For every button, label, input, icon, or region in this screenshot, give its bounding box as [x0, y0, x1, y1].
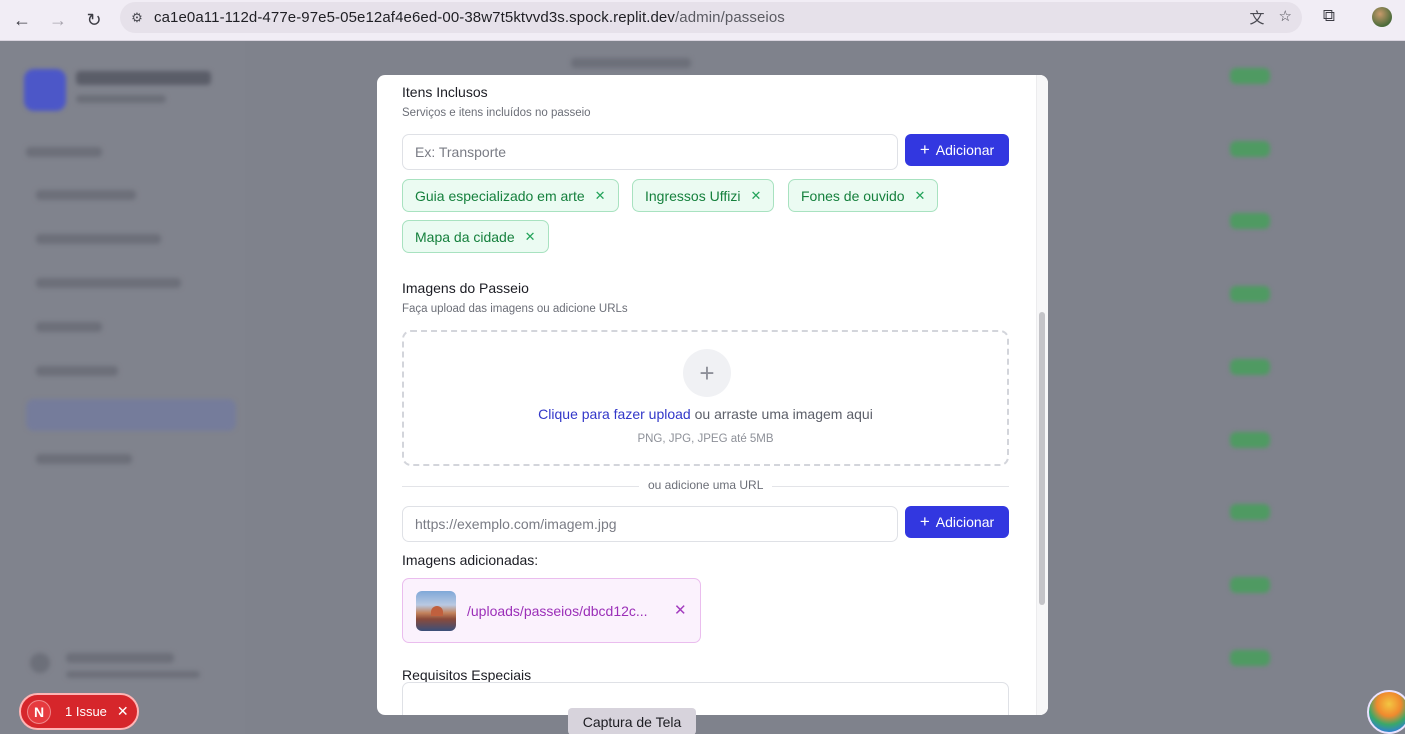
- assistant-badge-icon[interactable]: [1367, 690, 1405, 734]
- back-icon[interactable]: ←: [4, 3, 40, 37]
- included-item-chip: Guia especializado em arte ✕: [402, 179, 619, 212]
- included-item-chip: Fones de ouvido ✕: [788, 179, 939, 212]
- issue-count-label: 1 Issue: [65, 704, 107, 719]
- status-pill-placeholder: [1230, 650, 1270, 666]
- sidebar-item-placeholder: [36, 234, 161, 244]
- translate-icon[interactable]: 文: [1250, 7, 1265, 28]
- status-pill-placeholder: [1230, 577, 1270, 593]
- itens-inclusos-subtitle: Serviços e itens incluídos no passeio: [402, 107, 591, 119]
- address-bar[interactable]: ⚙ ca1e0a11-112d-477e-97e5-05e12af4e6ed-0…: [120, 2, 1302, 33]
- forward-icon[interactable]: →: [40, 3, 76, 37]
- close-icon[interactable]: ✕: [117, 703, 129, 720]
- status-pill-placeholder: [1230, 504, 1270, 520]
- bookmark-star-icon[interactable]: ☆: [1279, 7, 1292, 28]
- status-pill-placeholder: [1230, 68, 1270, 84]
- status-pill-placeholder: [1230, 286, 1270, 302]
- edit-passeio-modal: Itens Inclusos Serviços e itens incluído…: [377, 75, 1048, 715]
- plus-icon: +: [919, 511, 930, 531]
- status-pill-placeholder: [1230, 432, 1270, 448]
- sidebar-item-placeholder: [36, 190, 136, 200]
- logo-text-placeholder: [76, 71, 211, 85]
- added-image-card: /uploads/passeios/dbcd12c... ✕: [402, 578, 701, 643]
- issues-badge[interactable]: N 1 Issue ✕: [19, 693, 139, 730]
- image-path: /uploads/passeios/dbcd12c...: [467, 603, 648, 619]
- user-email-placeholder: [66, 671, 200, 678]
- sidebar-item-placeholder: [36, 454, 132, 464]
- remove-chip-icon[interactable]: ✕: [915, 188, 926, 204]
- remove-chip-icon[interactable]: ✕: [595, 188, 606, 204]
- upload-link[interactable]: Clique para fazer upload: [538, 406, 691, 422]
- reload-icon[interactable]: ↻: [76, 3, 112, 37]
- status-pill-placeholder: [1230, 213, 1270, 229]
- site-settings-icon[interactable]: ⚙: [120, 10, 154, 26]
- sidebar-item-placeholder: [36, 278, 181, 288]
- plus-icon: +: [919, 139, 930, 159]
- image-thumbnail: [416, 591, 456, 631]
- user-name-placeholder: [66, 653, 174, 663]
- itens-inclusos-title: Itens Inclusos: [402, 84, 488, 100]
- item-input[interactable]: Ex: Transporte: [402, 134, 898, 170]
- screenshot-tooltip: Captura de Tela: [568, 708, 696, 734]
- added-images-title: Imagens adicionadas:: [402, 552, 539, 568]
- sidebar-section-placeholder: [26, 147, 102, 157]
- divider-label: ou adicione uma URL: [639, 478, 773, 492]
- logo-icon: [24, 69, 66, 111]
- profile-avatar[interactable]: [1372, 7, 1392, 27]
- url-text[interactable]: ca1e0a11-112d-477e-97e5-05e12af4e6ed-00-…: [154, 9, 785, 26]
- sidebar-item-placeholder: [36, 366, 118, 376]
- requisitos-textarea[interactable]: [402, 682, 1009, 715]
- imagens-title: Imagens do Passeio: [402, 280, 529, 296]
- add-image-url-button[interactable]: + Adicionar: [905, 506, 1009, 538]
- remove-chip-icon[interactable]: ✕: [750, 188, 761, 204]
- upload-hint: PNG, JPG, JPEG até 5MB: [637, 433, 774, 445]
- status-pill-placeholder: [1230, 141, 1270, 157]
- included-item-chip: Mapa da cidade ✕: [402, 220, 549, 253]
- image-url-input[interactable]: https://exemplo.com/imagem.jpg: [402, 506, 898, 542]
- extensions-icon[interactable]: ⧉: [1318, 6, 1340, 28]
- sidebar-item-active: [26, 399, 236, 431]
- remove-image-icon[interactable]: ✕: [674, 601, 687, 619]
- table-cell-placeholder: [571, 58, 691, 68]
- remove-chip-icon[interactable]: ✕: [525, 229, 536, 245]
- imagens-subtitle: Faça upload das imagens ou adicione URLs: [402, 303, 628, 315]
- logo-subtitle-placeholder: [76, 95, 166, 103]
- browser-toolbar: ← → ↻ ⚙ ca1e0a11-112d-477e-97e5-05e12af4…: [0, 0, 1405, 41]
- modal-scrollbar[interactable]: [1039, 312, 1045, 605]
- nextjs-logo-icon: N: [27, 699, 51, 724]
- image-upload-dropzone[interactable]: + Clique para fazer upload ou arraste um…: [402, 330, 1009, 466]
- requisitos-title: Requisitos Especiais: [402, 667, 532, 683]
- sidebar: [0, 41, 245, 734]
- upload-instructions: Clique para fazer upload ou arraste uma …: [538, 406, 873, 422]
- included-item-chip: Ingressos Uffizi ✕: [632, 179, 775, 212]
- plus-icon: +: [683, 349, 731, 397]
- status-pill-placeholder: [1230, 359, 1270, 375]
- user-avatar-placeholder: [30, 653, 50, 673]
- add-item-button[interactable]: + Adicionar: [905, 134, 1009, 166]
- sidebar-item-placeholder: [36, 322, 102, 332]
